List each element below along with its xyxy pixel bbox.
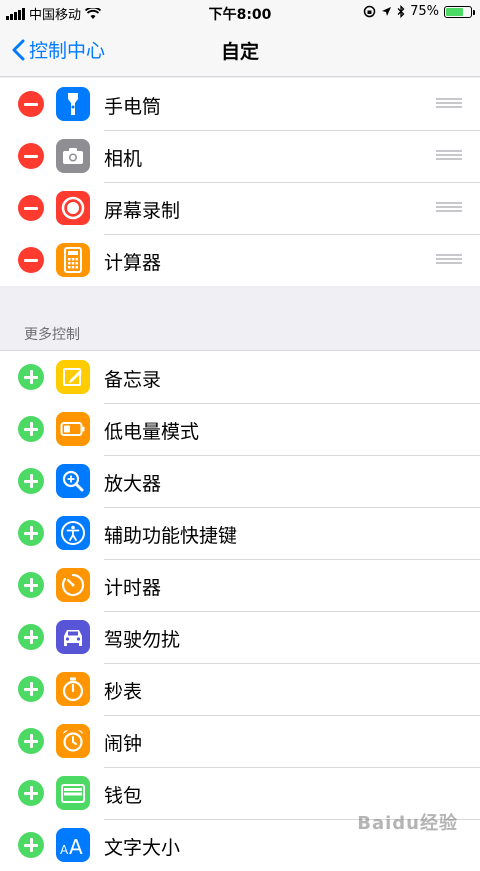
alarm-icon (56, 724, 90, 758)
calculator-icon (56, 243, 90, 277)
control-label: 钱包 (104, 785, 143, 807)
more-control-row[interactable]: 秒表 (0, 663, 480, 715)
reorder-handle-icon[interactable] (436, 254, 462, 265)
add-control-button[interactable] (18, 416, 44, 442)
wallet-icon (56, 776, 90, 810)
add-control-button[interactable] (18, 624, 44, 650)
reorder-handle-icon[interactable] (436, 202, 462, 213)
section-header-more-controls: 更多控制 (24, 327, 80, 343)
more-control-row[interactable]: 低电量模式 (0, 403, 480, 455)
watermark-logo: Baidu经验 (357, 813, 458, 834)
control-label: 放大器 (104, 473, 162, 495)
low-power-icon (56, 412, 90, 446)
control-label: 手电筒 (104, 96, 162, 118)
remove-control-button[interactable] (18, 91, 44, 117)
control-label: 低电量模式 (104, 421, 200, 443)
control-label: 备忘录 (104, 369, 162, 391)
timer-icon (56, 568, 90, 602)
more-control-row[interactable]: 辅助功能快捷键 (0, 507, 480, 559)
svg-text:A: A (69, 835, 83, 857)
stopwatch-icon (56, 672, 90, 706)
included-control-row[interactable]: 计算器 (0, 234, 480, 286)
location-icon (382, 7, 392, 16)
add-control-button[interactable] (18, 468, 44, 494)
control-label: 驾驶勿扰 (104, 629, 181, 651)
battery-fill (446, 7, 464, 16)
chevron-left-icon (12, 39, 25, 60)
text-size-icon: AA (56, 828, 90, 862)
reorder-handle-icon[interactable] (436, 98, 462, 109)
more-control-row[interactable]: 驾驶勿扰 (0, 611, 480, 663)
accessibility-icon (56, 516, 90, 550)
add-control-button[interactable] (18, 780, 44, 806)
control-label: 相机 (104, 148, 143, 170)
magnifier-icon (56, 464, 90, 498)
remove-control-button[interactable] (18, 143, 44, 169)
add-control-button[interactable] (18, 676, 44, 702)
back-label: 控制中心 (29, 40, 106, 62)
remove-control-button[interactable] (18, 195, 44, 221)
status-bar: 中国移动 下午8:00 75% (0, 0, 480, 24)
add-control-button[interactable] (18, 832, 44, 858)
more-control-row[interactable]: 计时器 (0, 559, 480, 611)
more-controls-list: 备忘录低电量模式放大器辅助功能快捷键 计时器驾驶勿扰秒表闹钟钱包 A A 文字大小 (0, 351, 480, 871)
add-control-button[interactable] (18, 728, 44, 754)
control-label: 计时器 (104, 577, 162, 599)
camera-icon (56, 139, 90, 173)
bluetooth-icon (397, 5, 405, 18)
battery-icon (444, 5, 475, 18)
svg-text:A: A (60, 843, 69, 857)
control-label: 闹钟 (104, 733, 143, 755)
status-right: 75% (363, 4, 475, 19)
included-control-row[interactable]: 手电筒 (0, 78, 480, 130)
navigation-bar: 控制中心 自定 (0, 24, 480, 77)
flashlight-icon (56, 87, 90, 121)
control-label: 屏幕录制 (104, 200, 181, 222)
add-control-button[interactable] (18, 572, 44, 598)
add-control-button[interactable] (18, 520, 44, 546)
control-label: 秒表 (104, 681, 143, 703)
more-control-row[interactable]: 备忘录 (0, 351, 480, 403)
rotation-lock-icon (363, 5, 376, 18)
battery-percent: 75% (410, 4, 439, 19)
control-label: 辅助功能快捷键 (104, 525, 238, 547)
control-label: 计算器 (104, 252, 162, 274)
notes-icon (56, 360, 90, 394)
back-button[interactable]: 控制中心 (12, 36, 105, 63)
more-control-row[interactable]: 放大器 (0, 455, 480, 507)
included-controls-list: 手电筒相机屏幕录制计算器 (0, 78, 480, 286)
add-control-button[interactable] (18, 364, 44, 390)
control-label: 文字大小 (104, 837, 181, 859)
remove-control-button[interactable] (18, 247, 44, 273)
more-control-row[interactable]: 闹钟 (0, 715, 480, 767)
included-control-row[interactable]: 屏幕录制 (0, 182, 480, 234)
screen-record-icon (56, 191, 90, 225)
reorder-handle-icon[interactable] (436, 150, 462, 161)
included-control-row[interactable]: 相机 (0, 130, 480, 182)
car-icon (56, 620, 90, 654)
